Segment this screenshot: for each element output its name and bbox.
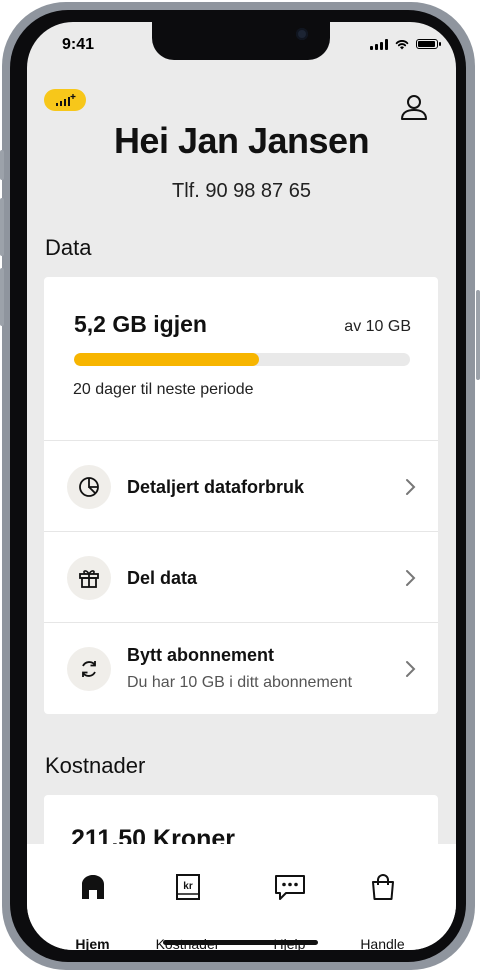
detailed-usage-label: Detaljert dataforbruk <box>127 477 305 497</box>
share-data-row[interactable]: Del data <box>44 531 438 623</box>
home-icon <box>81 875 104 899</box>
pie-chart-icon <box>67 465 111 509</box>
days-until-next-period: 20 dager til neste periode <box>73 381 254 398</box>
tab-shop[interactable]: Handle <box>329 844 436 950</box>
notch <box>152 22 330 60</box>
status-icons <box>370 38 441 50</box>
change-subscription-label: Bytt abonnement <box>127 645 275 665</box>
data-card: 5,2 GB igjen av 10 GB 20 dager til neste… <box>44 277 438 714</box>
chevron-right-icon <box>406 570 416 586</box>
data-remaining: 5,2 GB igjen <box>74 311 207 337</box>
data-progress-bar <box>74 353 410 366</box>
status-time: 9:41 <box>62 36 95 53</box>
tab-shop-label: Handle <box>360 936 405 950</box>
svg-text:kr: kr <box>183 881 193 892</box>
cost-section-title: Kostnader <box>45 753 146 778</box>
share-data-label: Del data <box>127 568 198 588</box>
chat-icon <box>274 875 305 900</box>
battery-icon <box>416 39 441 49</box>
tab-home-label: Hjem <box>75 936 110 950</box>
data-usage-summary[interactable]: 5,2 GB igjen av 10 GB 20 dager til neste… <box>44 277 438 441</box>
tab-help[interactable]: Hjelp <box>236 844 343 950</box>
wifi-icon <box>395 40 409 50</box>
power-button <box>476 290 480 380</box>
swap-icon <box>67 647 111 691</box>
screen: 9:41 Hei Jan Jansen Tlf. 90 98 87 65 Dat… <box>27 22 456 950</box>
camera-icon <box>296 28 308 40</box>
signal-plus-icon <box>56 94 76 106</box>
data-section-title: Data <box>45 235 92 260</box>
silent-switch <box>0 150 4 180</box>
subscription-info: Du har 10 GB i ditt abonnement <box>127 674 353 691</box>
chevron-right-icon <box>406 479 416 495</box>
home-indicator <box>163 940 318 945</box>
data-total: av 10 GB <box>344 318 411 335</box>
detailed-usage-row[interactable]: Detaljert dataforbruk <box>44 440 438 532</box>
tab-home[interactable]: Hjem <box>39 844 146 950</box>
greeting-title: Hei Jan Jansen <box>113 120 370 161</box>
shopping-bag-icon <box>371 874 394 900</box>
tab-bar: Hjem kr Kostnader Hjelp <box>27 844 456 950</box>
data-progress-fill <box>74 353 259 366</box>
gift-icon <box>67 556 111 600</box>
phone-number: Tlf. 90 98 87 65 <box>172 180 311 202</box>
chevron-right-icon <box>406 661 416 677</box>
change-subscription-row[interactable]: Bytt abonnement Du har 10 GB i ditt abon… <box>44 622 438 715</box>
receipt-icon: kr <box>175 874 200 900</box>
tab-costs[interactable]: kr Kostnader <box>134 844 241 950</box>
volume-down-button <box>0 268 4 326</box>
volume-up-button <box>0 198 4 256</box>
signal-plus-badge[interactable] <box>44 89 86 111</box>
cellular-signal-icon <box>370 38 388 50</box>
profile-icon[interactable] <box>399 92 429 122</box>
